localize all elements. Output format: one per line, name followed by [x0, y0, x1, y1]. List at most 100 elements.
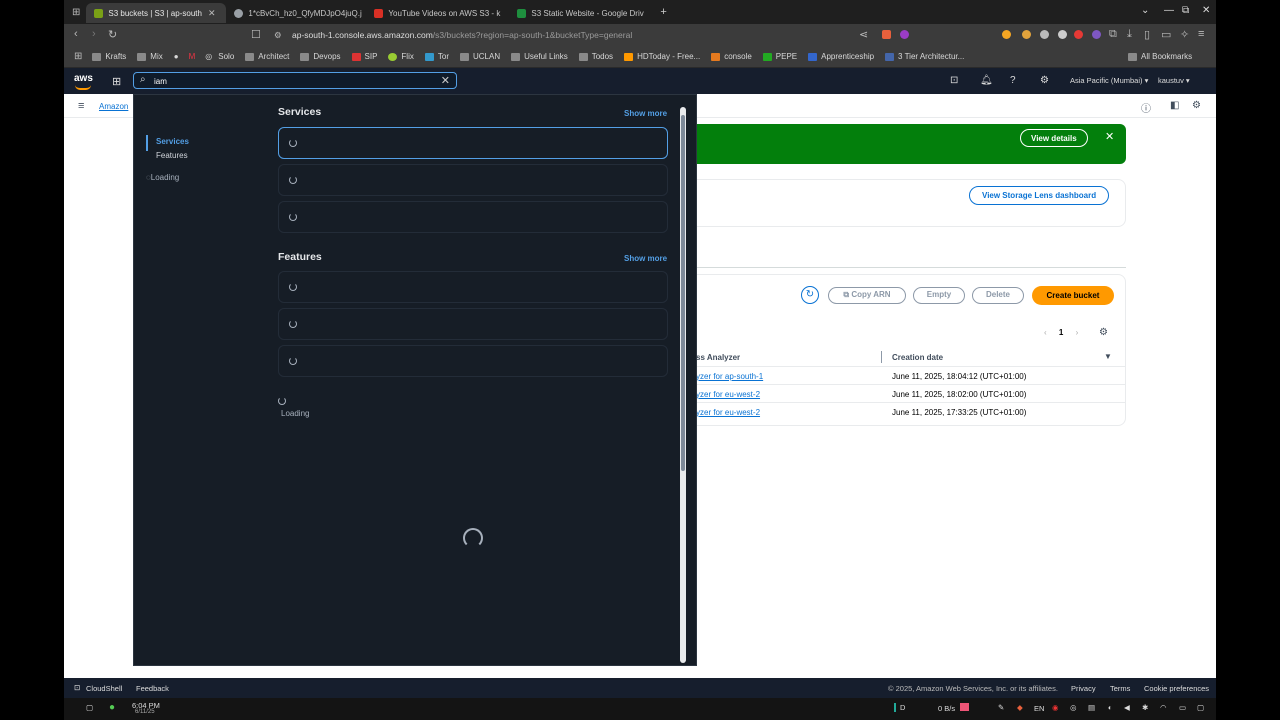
maximize-icon[interactable]: ⧉: [1182, 5, 1189, 16]
desktop-indicator[interactable]: D: [894, 703, 905, 712]
create-bucket-button[interactable]: Create bucket: [1032, 286, 1114, 305]
site-info-icon[interactable]: ⚙: [274, 27, 282, 43]
all-bookmarks[interactable]: All Bookmarks: [1128, 52, 1192, 61]
battery-icon[interactable]: ▭: [1179, 703, 1186, 712]
cookie-preferences-link[interactable]: Cookie preferences: [1144, 684, 1209, 693]
gear-icon[interactable]: ⚙: [1040, 75, 1049, 86]
back-icon[interactable]: ‹: [74, 28, 78, 40]
services-show-more[interactable]: Show more: [624, 109, 667, 118]
panel-icon[interactable]: ◧: [1170, 100, 1179, 111]
cloudshell-icon[interactable]: ⊡: [74, 683, 80, 692]
apps-icon[interactable]: ⊞: [74, 51, 82, 62]
delete-button[interactable]: Delete: [972, 287, 1024, 304]
search-box[interactable]: ⌕ ✕: [133, 72, 457, 89]
page-number[interactable]: 1: [1059, 328, 1063, 337]
share-icon[interactable]: ⋖: [859, 28, 868, 41]
leo-ai-icon[interactable]: ✧: [1180, 28, 1189, 41]
service-result-placeholder[interactable]: [278, 127, 668, 159]
terms-link[interactable]: Terms: [1110, 684, 1130, 693]
help-icon[interactable]: ?: [1010, 75, 1016, 86]
record-icon[interactable]: ◉: [1052, 703, 1059, 712]
bookmark-item[interactable]: Useful Links: [511, 52, 568, 61]
view-details-button[interactable]: View details: [1020, 129, 1088, 147]
settings-gear-icon[interactable]: ⚙: [1192, 100, 1201, 111]
keyboard-language[interactable]: EN: [1034, 704, 1044, 713]
extension-icon[interactable]: [1074, 30, 1083, 39]
downloads-icon[interactable]: ⤓: [1127, 28, 1132, 41]
bookmark-item[interactable]: Tor: [424, 52, 449, 61]
row-link[interactable]: yzer for eu-west-2: [696, 408, 760, 417]
bookmark-item[interactable]: Mix: [137, 52, 163, 61]
feedback-link[interactable]: Feedback: [136, 684, 169, 693]
url-field[interactable]: ⚙ ap-south-1.console.aws.amazon.com/s3/b…: [264, 27, 914, 43]
empty-button[interactable]: Empty: [913, 287, 965, 304]
tray-icon[interactable]: ◐: [1108, 703, 1113, 712]
bluetooth-icon[interactable]: ✱: [1142, 703, 1148, 712]
services-grid-icon[interactable]: ⊞: [112, 75, 121, 88]
volume-icon[interactable]: ◀: [1124, 703, 1130, 712]
clipboard-icon[interactable]: ▤: [1088, 703, 1095, 712]
column-access-analyzer[interactable]: ss Analyzer: [696, 353, 740, 362]
bookmark-item[interactable]: HDToday - Free...: [624, 52, 700, 61]
table-settings-icon[interactable]: ⚙: [1099, 327, 1108, 338]
brave-rewards-icon[interactable]: [900, 30, 909, 39]
feature-result-placeholder[interactable]: [278, 271, 668, 303]
bookmark-item[interactable]: Krafts: [92, 52, 126, 61]
breadcrumb[interactable]: Amazon: [99, 102, 128, 111]
sidebar-icon[interactable]: ▯: [1144, 28, 1150, 41]
bookmark-item[interactable]: console: [711, 52, 752, 61]
extension-icon[interactable]: [1002, 30, 1011, 39]
gmail-icon[interactable]: M: [189, 52, 196, 61]
bookmark-item[interactable]: 3 Tier Architectur...: [885, 52, 964, 61]
prev-page-icon[interactable]: ‹: [1044, 328, 1047, 337]
bookmark-item[interactable]: PEPE: [762, 52, 797, 61]
bookmark-star-icon[interactable]: ☐: [251, 28, 261, 41]
bookmark-item[interactable]: SIP: [351, 52, 377, 61]
bookmark-item[interactable]: Flix: [388, 52, 414, 61]
tab-list-chevron-icon[interactable]: ⌄: [1141, 5, 1149, 16]
forward-icon[interactable]: ›: [92, 28, 96, 40]
extension-icon[interactable]: [1040, 30, 1049, 39]
tab-grid-icon[interactable]: ⊞: [72, 7, 80, 18]
launcher-icon[interactable]: ▢: [86, 703, 93, 712]
notifications-icon[interactable]: ▢: [1197, 703, 1204, 712]
tab-image[interactable]: 1*cBvCh_hz0_QfyMDJpO4juQ.j: [226, 3, 366, 23]
bookmark-item[interactable]: Solo: [218, 52, 234, 61]
minimize-icon[interactable]: —: [1164, 5, 1174, 16]
extension-icon[interactable]: [1092, 30, 1101, 39]
row-link[interactable]: yzer for ap-south-1: [696, 372, 763, 381]
clear-search-icon[interactable]: ✕: [441, 74, 450, 87]
bookmark-item[interactable]: Apprenticeship: [808, 52, 874, 61]
close-window-icon[interactable]: ✕: [1202, 5, 1210, 16]
tab-youtube[interactable]: YouTube Videos on AWS S3 - k: [366, 3, 509, 23]
wifi-icon[interactable]: ◠: [1160, 703, 1167, 712]
close-icon[interactable]: ✕: [1105, 130, 1114, 143]
new-tab-icon[interactable]: +: [660, 6, 666, 18]
bookmark-item[interactable]: Devops: [300, 52, 341, 61]
brave-tray-icon[interactable]: ◆: [1017, 703, 1023, 712]
extension-icon[interactable]: [1022, 30, 1031, 39]
account-menu[interactable]: kaustuv ▾: [1158, 76, 1190, 85]
search-input[interactable]: [154, 75, 434, 87]
bookmark-item[interactable]: UCLAN: [460, 52, 500, 61]
github-icon[interactable]: ●: [174, 52, 179, 61]
nav-features[interactable]: Features: [156, 151, 188, 160]
brave-shield-icon[interactable]: [882, 30, 891, 39]
bookmark-item[interactable]: Todos: [578, 52, 613, 61]
menu-icon[interactable]: ≡: [1198, 28, 1204, 40]
tray-icon[interactable]: ✎: [998, 703, 1004, 712]
extension-icon[interactable]: [1058, 30, 1067, 39]
cloudshell-link[interactable]: CloudShell: [86, 684, 122, 693]
sort-descending-icon[interactable]: ▼: [1104, 352, 1112, 361]
column-creation-date[interactable]: Creation date: [892, 353, 943, 362]
close-tab-icon[interactable]: ✕: [208, 8, 216, 19]
bookmark-item[interactable]: Architect: [245, 52, 289, 61]
nav-services[interactable]: Services: [156, 137, 189, 146]
next-page-icon[interactable]: ›: [1076, 328, 1079, 337]
region-selector[interactable]: Asia Pacific (Mumbai) ▾: [1070, 76, 1148, 85]
tab-s3-buckets[interactable]: S3 buckets | S3 | ap-south ✕: [86, 3, 227, 23]
tab-google-drive[interactable]: S3 Static Website - Google Driv: [509, 3, 654, 23]
extensions-icon[interactable]: ⧉: [1109, 28, 1117, 41]
feature-result-placeholder[interactable]: [278, 308, 668, 340]
scrollbar-thumb[interactable]: [681, 115, 685, 471]
